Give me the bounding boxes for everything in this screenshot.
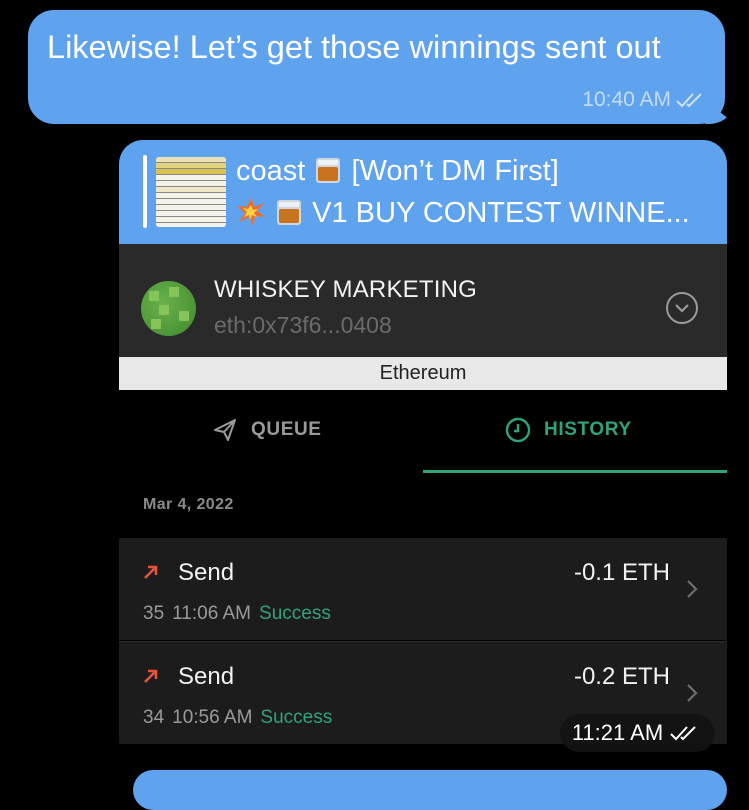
network-label: Ethereum bbox=[119, 357, 727, 390]
shared-screenshot-message[interactable]: coast [Won’t DM First] V1 BUY CONTEST WI… bbox=[119, 140, 727, 765]
active-tab-indicator bbox=[423, 470, 727, 473]
transaction-amount: -0.2 ETH bbox=[573, 663, 670, 690]
message-meta: 10:40 AM bbox=[582, 88, 709, 112]
safe-avatar bbox=[141, 281, 196, 336]
whiskey-glass-icon bbox=[316, 158, 341, 183]
paper-plane-icon bbox=[214, 419, 236, 441]
transaction-details: 34 10:56 AM Success bbox=[143, 707, 332, 729]
reply-thumbnail bbox=[156, 157, 226, 227]
tab-history[interactable]: HISTORY bbox=[504, 390, 632, 470]
outgoing-message-bubble[interactable]: Likewise! Let’s get those winnings sent … bbox=[28, 10, 725, 124]
safe-header: WHISKEY MARKETING eth:0x73f6...0408 bbox=[119, 244, 727, 357]
explosion-icon bbox=[237, 198, 265, 226]
safe-name: WHISKEY MARKETING bbox=[214, 276, 477, 303]
chevron-down-circle-icon[interactable] bbox=[666, 292, 698, 324]
reply-message: V1 BUY CONTEST WINNE... bbox=[312, 197, 690, 229]
arrow-up-right-icon bbox=[144, 669, 158, 683]
reply-preview[interactable]: coast [Won’t DM First] V1 BUY CONTEST WI… bbox=[119, 140, 727, 244]
chevron-right-icon bbox=[687, 684, 698, 702]
transaction-details: 35 11:06 AM Success bbox=[143, 603, 331, 625]
transaction-nonce: 34 bbox=[143, 707, 165, 728]
transaction-nonce: 35 bbox=[143, 603, 165, 624]
tab-history-label: HISTORY bbox=[544, 419, 632, 440]
clock-icon bbox=[505, 417, 531, 443]
transaction-type: Send bbox=[178, 559, 235, 586]
tabs: QUEUE HISTORY bbox=[119, 390, 727, 474]
arrow-up-right-icon bbox=[144, 565, 158, 579]
transaction-row[interactable]: Send -0.1 ETH 35 11:06 AM Success bbox=[119, 538, 727, 640]
tab-queue-label: QUEUE bbox=[251, 419, 322, 440]
transaction-status: Success bbox=[259, 603, 331, 624]
transaction-status: Success bbox=[260, 707, 333, 728]
safe-address: eth:0x73f6...0408 bbox=[214, 312, 392, 338]
transaction-type: Send bbox=[178, 663, 235, 690]
message-time: 10:40 AM bbox=[582, 88, 671, 111]
reply-sender: coast [Won’t DM First] bbox=[236, 152, 559, 190]
whiskey-glass-icon bbox=[277, 200, 302, 225]
reply-sender-name: coast bbox=[236, 155, 306, 187]
reply-bar bbox=[143, 155, 147, 228]
transaction-time: 11:06 AM bbox=[172, 603, 252, 624]
transaction-time: 10:56 AM bbox=[172, 707, 253, 728]
reply-text: V1 BUY CONTEST WINNE... bbox=[236, 194, 690, 232]
double-check-icon bbox=[676, 93, 702, 108]
message-text: Likewise! Let’s get those winnings sent … bbox=[47, 29, 661, 65]
message-time: 11:21 AM bbox=[571, 720, 664, 745]
message-time-pill: 11:21 AM bbox=[560, 714, 715, 752]
double-check-icon bbox=[670, 726, 696, 741]
next-message-bubble[interactable] bbox=[133, 770, 727, 810]
tab-queue[interactable]: QUEUE bbox=[211, 390, 322, 470]
history-date: Mar 4, 2022 bbox=[143, 496, 234, 513]
transaction-amount: -0.1 ETH bbox=[573, 559, 670, 586]
chevron-right-icon bbox=[687, 580, 698, 598]
reply-sender-tag: [Won’t DM First] bbox=[351, 155, 559, 187]
